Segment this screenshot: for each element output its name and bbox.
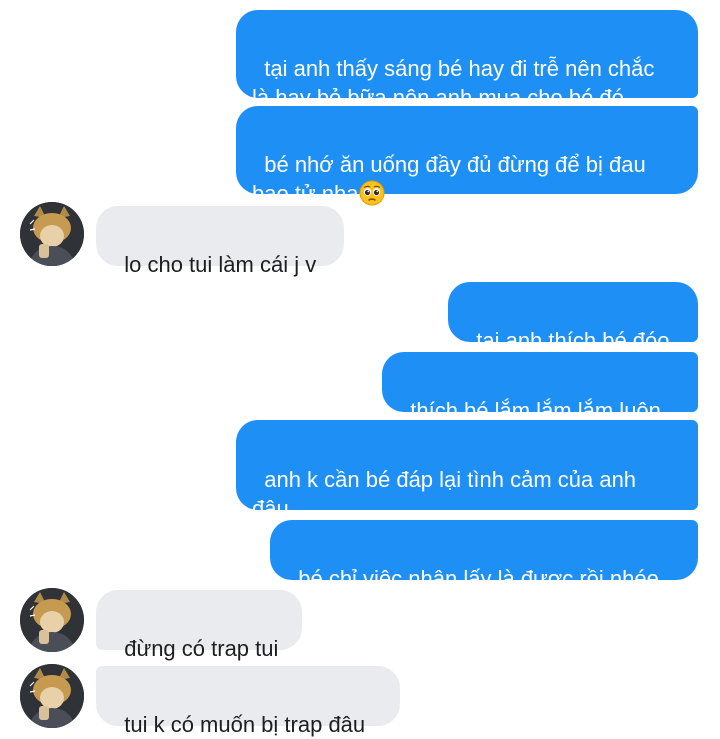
received-message[interactable]: đừng có trap tui xyxy=(96,590,302,661)
contact-avatar[interactable] xyxy=(20,202,84,266)
message-text: bé chỉ việc nhận lấy là được rồi nhée xyxy=(298,566,659,591)
sent-message[interactable]: bé chỉ việc nhận lấy là được rồi nhée xyxy=(270,520,698,591)
sent-message[interactable]: thích bé lắm lắm lắm luôn xyxy=(382,352,698,423)
contact-avatar[interactable] xyxy=(20,664,84,728)
sent-message[interactable]: anh k cần bé đáp lại tình cảm của anh đâ… xyxy=(236,420,698,521)
message-text: anh k cần bé đáp lại tình cảm của anh đâ… xyxy=(252,467,637,521)
sent-message[interactable]: tại anh thích bé đóo xyxy=(448,282,698,353)
received-message[interactable]: tui k có muốn bị trap đâu xyxy=(96,666,400,737)
pleading-face-emoji xyxy=(359,180,385,206)
message-text: tui k có muốn bị trap đâu xyxy=(124,712,366,737)
received-message[interactable]: lo cho tui làm cái j v xyxy=(96,206,344,277)
message-text: bé nhớ ăn uống đầy đủ đừng để bị đau bao… xyxy=(252,152,646,206)
message-text: tại anh thích bé đóo xyxy=(476,328,670,353)
contact-avatar[interactable] xyxy=(20,588,84,652)
sent-message[interactable]: tại anh thấy sáng bé hay đi trễ nên chắc… xyxy=(236,10,698,110)
message-text: lo cho tui làm cái j v xyxy=(124,252,317,277)
message-text: tại anh thấy sáng bé hay đi trễ nên chắc… xyxy=(252,56,655,110)
message-text: đừng có trap tui xyxy=(124,636,279,661)
sent-message[interactable]: bé nhớ ăn uống đầy đủ đừng để bị đau bao… xyxy=(236,106,698,206)
